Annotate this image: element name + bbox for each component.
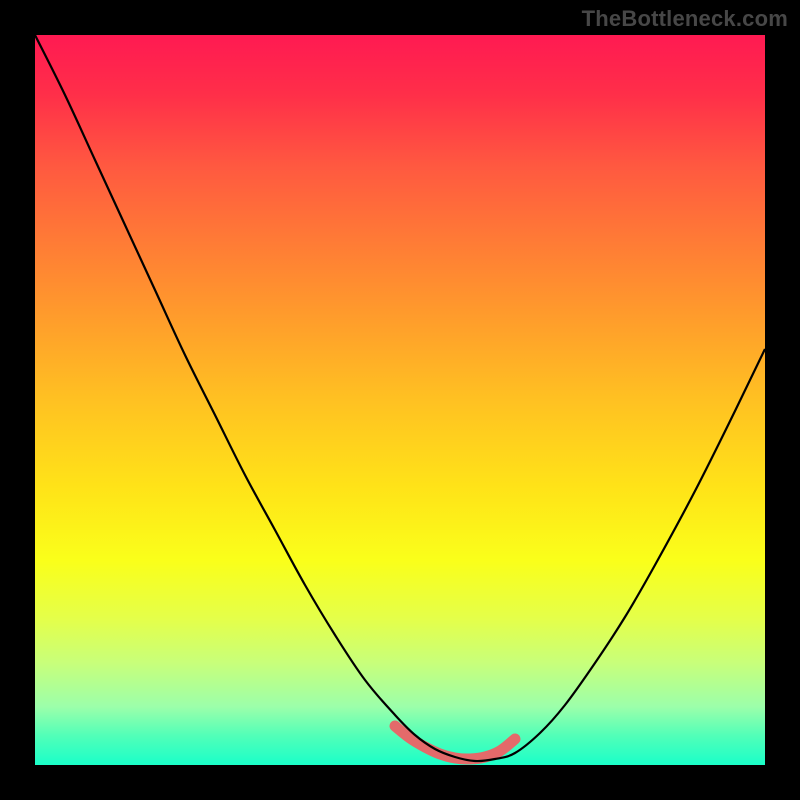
watermark-text: TheBottleneck.com (582, 6, 788, 32)
chart-frame: TheBottleneck.com (0, 0, 800, 800)
curve-layer (35, 35, 765, 765)
main-curve-path (35, 35, 765, 761)
plot-area (35, 35, 765, 765)
valley-highlight-path (395, 726, 515, 759)
